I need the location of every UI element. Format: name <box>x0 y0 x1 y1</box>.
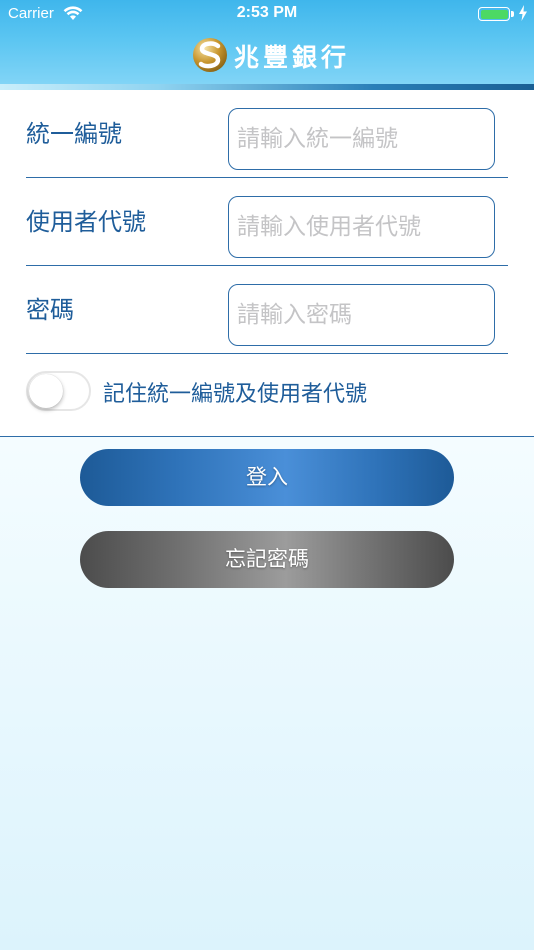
charging-bolt-icon <box>519 5 527 21</box>
login-form: 統一編號 使用者代號 密碼 記住統一編號及使用者代號 <box>0 90 534 437</box>
password-row: 密碼 <box>26 266 508 354</box>
tax-id-row: 統一編號 <box>26 90 508 178</box>
user-id-row: 使用者代號 <box>26 178 508 266</box>
login-button[interactable]: 登入 <box>80 449 454 506</box>
battery-icon <box>478 7 510 21</box>
app-header: Carrier 2:53 PM 兆豐銀行 <box>0 0 534 90</box>
status-time: 2:53 PM <box>236 4 298 21</box>
brand-name: 兆豐銀行 <box>234 43 351 72</box>
brand: 兆豐銀行 <box>0 34 534 76</box>
password-input[interactable] <box>228 284 495 346</box>
remember-label: 記住統一編號及使用者代號 <box>103 382 368 407</box>
battery-level <box>480 9 508 19</box>
user-id-label: 使用者代號 <box>26 208 146 236</box>
user-id-input[interactable] <box>228 196 495 258</box>
remember-toggle[interactable] <box>26 371 91 411</box>
toggle-knob[interactable] <box>29 374 63 408</box>
remember-row: 記住統一編號及使用者代號 <box>26 370 508 414</box>
megabank-logo-icon <box>193 38 227 72</box>
password-label: 密碼 <box>26 296 74 324</box>
tax-id-label: 統一編號 <box>26 120 122 148</box>
status-bar: Carrier 2:53 PM <box>0 0 534 28</box>
tax-id-input[interactable] <box>228 108 495 170</box>
battery-cap <box>511 11 514 17</box>
forgot-password-button[interactable]: 忘記密碼 <box>80 531 454 588</box>
